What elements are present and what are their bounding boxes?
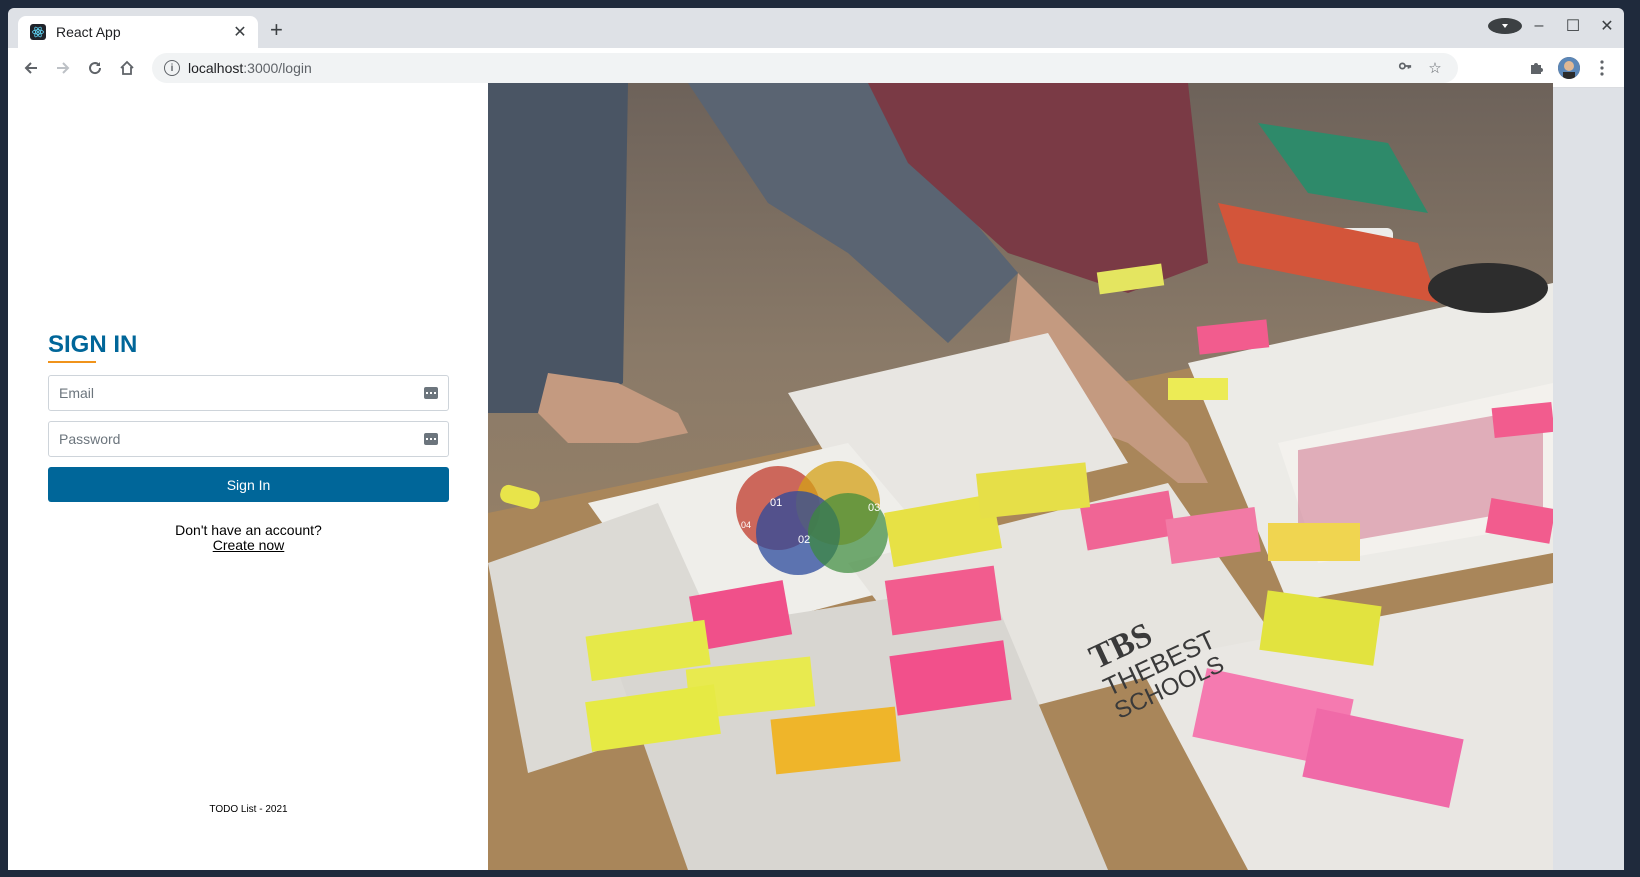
venn-label: 01 — [770, 497, 782, 509]
hero-illustration: 01 02 03 04 TBS THEBEST SCHOOLS — [488, 83, 1553, 870]
title-underline — [48, 361, 96, 363]
autofill-icon[interactable] — [424, 387, 438, 399]
browser-toolbar: i localhost:3000/login ☆ — [8, 48, 1624, 88]
venn-label: 03 — [868, 502, 880, 514]
tab-search-icon[interactable] — [1488, 17, 1522, 35]
profile-avatar[interactable] — [1558, 57, 1580, 79]
home-icon[interactable] — [111, 52, 143, 84]
close-tab-icon[interactable]: ✕ — [230, 22, 250, 42]
venn-label: 02 — [798, 534, 810, 546]
page-title: SIGN IN — [48, 331, 138, 358]
maximize-icon[interactable]: ☐ — [1556, 16, 1590, 36]
forward-icon[interactable] — [47, 52, 79, 84]
back-icon[interactable] — [15, 52, 47, 84]
reload-icon[interactable] — [79, 52, 111, 84]
browser-window: React App ✕ + – ☐ ✕ i localhost:3000/log… — [8, 8, 1624, 870]
sign-in-button[interactable]: Sign In — [48, 467, 449, 502]
footer-text: TODO List - 2021 — [209, 804, 288, 815]
url-path: :3000/login — [243, 60, 312, 76]
venn-label: 04 — [741, 520, 751, 530]
extensions-icon[interactable] — [1520, 52, 1552, 84]
autofill-icon[interactable] — [424, 433, 438, 445]
create-account-link-wrap: Create now — [48, 537, 449, 553]
password-input[interactable] — [49, 422, 424, 456]
key-icon[interactable] — [1390, 59, 1420, 77]
menu-icon[interactable] — [1586, 52, 1618, 84]
create-account-link[interactable]: Create now — [213, 537, 285, 553]
bookmark-star-icon[interactable]: ☆ — [1420, 59, 1450, 77]
close-window-icon[interactable]: ✕ — [1590, 16, 1624, 36]
window-controls: – ☐ ✕ — [1488, 16, 1624, 36]
password-field[interactable] — [48, 421, 449, 457]
url-host: localhost — [188, 60, 244, 76]
login-panel: SIGN IN Sign In Don't have an account? C… — [8, 83, 488, 870]
minimize-icon[interactable]: – — [1522, 17, 1556, 35]
hero-image: 01 02 03 04 TBS THEBEST SCHOOLS — [488, 83, 1553, 870]
email-input[interactable] — [49, 376, 424, 410]
page-content: SIGN IN Sign In Don't have an account? C… — [8, 83, 1553, 870]
new-tab-icon[interactable]: + — [270, 19, 283, 41]
email-field[interactable] — [48, 375, 449, 411]
site-info-icon[interactable]: i — [164, 60, 180, 76]
address-bar[interactable]: i localhost:3000/login ☆ — [152, 53, 1458, 83]
browser-tab[interactable]: React App ✕ — [18, 16, 258, 48]
react-icon — [30, 24, 46, 40]
tab-title: React App — [56, 24, 121, 40]
tab-strip: React App ✕ + – ☐ ✕ — [8, 8, 1624, 48]
no-account-text: Don't have an account? — [175, 522, 322, 538]
